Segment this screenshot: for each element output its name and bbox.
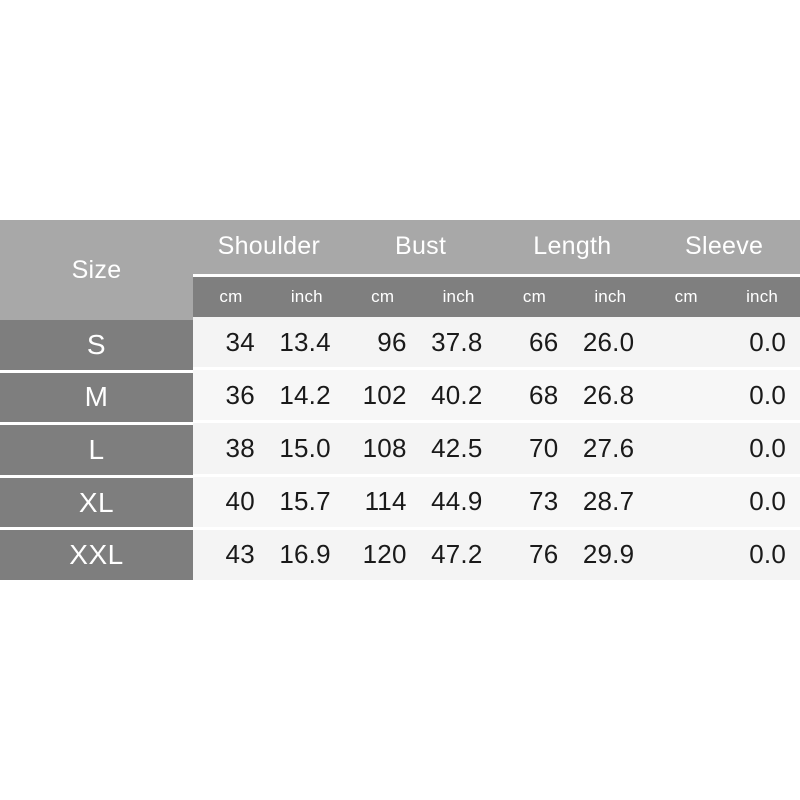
cell-shoulder-inch: 15.7 — [279, 486, 331, 517]
group-header-bust: Bust — [395, 231, 447, 260]
cell-bust-inch: 47.2 — [431, 539, 483, 570]
size-cell-xxl: XXL — [0, 530, 193, 580]
size-cell-m: M — [0, 372, 193, 426]
table-row: 36 14.2 102 40.2 68 26.8 0.0 — [193, 370, 800, 424]
size-column-header: Size — [0, 220, 193, 320]
size-cell-xl: XL — [0, 477, 193, 531]
cell-sleeve-inch: 0.0 — [749, 433, 786, 463]
cell-bust-cm: 96 — [377, 326, 407, 357]
cell-length-inch: 26.0 — [582, 326, 635, 357]
group-header-shoulder: Shoulder — [217, 231, 321, 260]
unit-header-length-inch: inch — [594, 287, 627, 306]
measurements-section: Shoulder Bust Length Sleeve cm inch cm i… — [193, 220, 800, 581]
size-cell-s: S — [0, 320, 193, 373]
size-column: Size S M L XL XXL — [0, 220, 193, 580]
cell-shoulder-inch: 14.2 — [279, 379, 331, 410]
cell-length-cm: 68 — [529, 379, 559, 410]
cell-shoulder-cm: 40 — [225, 486, 255, 517]
unit-header-shoulder-inch: inch — [290, 287, 323, 306]
table-row: 38 15.0 108 42.5 70 27.6 0.0 — [193, 423, 800, 477]
cell-sleeve-cm — [648, 370, 724, 420]
cell-shoulder-inch: 15.0 — [279, 433, 331, 463]
cell-bust-inch: 42.5 — [431, 433, 483, 463]
unit-header-bust-cm: cm — [371, 287, 395, 306]
cell-bust-inch: 44.9 — [431, 486, 483, 517]
cell-shoulder-inch: 13.4 — [279, 326, 331, 357]
cell-sleeve-inch: 0.0 — [749, 379, 786, 410]
cell-sleeve-inch: 0.0 — [749, 486, 786, 517]
cell-length-inch: 29.9 — [582, 539, 635, 570]
cell-sleeve-inch: 0.0 — [749, 539, 786, 570]
cell-shoulder-cm: 43 — [225, 539, 255, 570]
unit-header-length-cm: cm — [522, 287, 546, 306]
cell-bust-inch: 37.8 — [431, 326, 483, 357]
cell-shoulder-cm: 34 — [225, 326, 255, 357]
table-row: 43 16.9 120 47.2 76 29.9 0.0 — [193, 529, 800, 581]
cell-sleeve-cm — [648, 423, 724, 473]
group-header-sleeve: Sleeve — [685, 231, 764, 260]
table-row: 40 15.7 114 44.9 73 28.7 0.0 — [193, 476, 800, 530]
cell-sleeve-cm — [648, 317, 724, 367]
cell-sleeve-inch: 0.0 — [749, 326, 786, 357]
page-canvas: Size S M L XL XXL Shoulder Bust Length S… — [0, 0, 800, 800]
cell-bust-cm: 108 — [362, 433, 407, 463]
unit-header-bust-inch: inch — [442, 287, 475, 306]
unit-header-sleeve-inch: inch — [746, 287, 779, 306]
cell-length-cm: 76 — [529, 539, 559, 570]
cell-length-cm: 66 — [529, 326, 559, 357]
table-row: 34 13.4 96 37.8 66 26.0 0.0 — [193, 317, 800, 371]
cell-sleeve-cm — [648, 477, 724, 527]
cell-shoulder-cm: 38 — [225, 433, 255, 463]
cell-shoulder-cm: 36 — [225, 379, 255, 410]
unit-header-shoulder-cm: cm — [219, 287, 243, 306]
table-body: 34 13.4 96 37.8 66 26.0 0.0 36 14.2 102 … — [193, 317, 800, 581]
size-cell-l: L — [0, 425, 193, 478]
size-chart-table: Size S M L XL XXL Shoulder Bust Length S… — [0, 220, 800, 581]
unit-header-sleeve-cm: cm — [674, 287, 698, 306]
cell-length-inch: 28.7 — [582, 486, 635, 517]
cell-bust-inch: 40.2 — [431, 379, 483, 410]
cell-shoulder-inch: 16.9 — [279, 539, 331, 570]
unit-header-row: cm inch cm inch cm inch cm inch — [193, 277, 800, 317]
group-header-length: Length — [533, 231, 612, 260]
cell-bust-cm: 102 — [362, 379, 407, 410]
cell-sleeve-cm — [648, 530, 724, 580]
cell-length-inch: 26.8 — [582, 379, 635, 410]
cell-bust-cm: 120 — [362, 539, 407, 570]
group-header-row: Shoulder Bust Length Sleeve — [193, 220, 800, 277]
cell-length-cm: 73 — [529, 486, 559, 517]
cell-length-cm: 70 — [529, 433, 559, 463]
cell-bust-cm: 114 — [364, 486, 407, 517]
cell-length-inch: 27.6 — [582, 433, 635, 463]
